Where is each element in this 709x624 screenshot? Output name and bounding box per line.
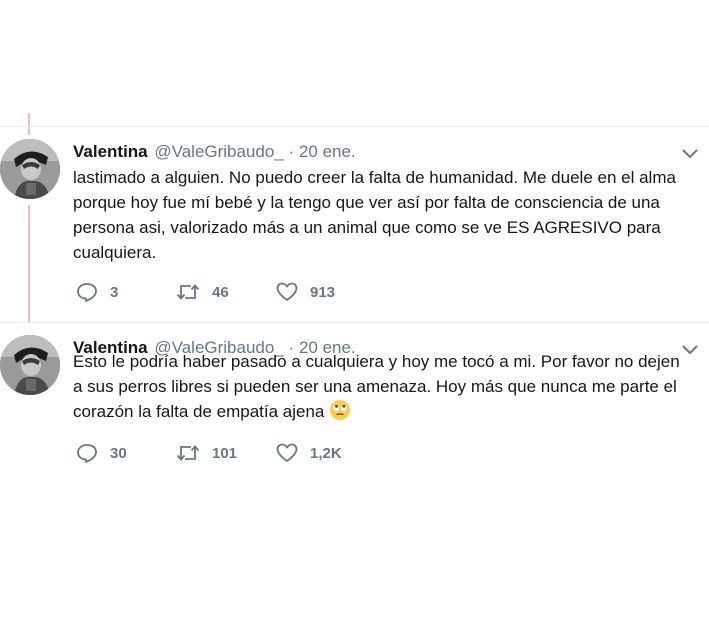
heart-icon	[276, 443, 298, 462]
retweet-count: 46	[212, 283, 229, 301]
reply-button[interactable]: 3	[76, 282, 176, 302]
reply-count: 3	[110, 283, 119, 301]
tweet[interactable]: Valentina @ValeGribaudo_ · 20 ene. Esto …	[0, 322, 709, 483]
avatar[interactable]	[0, 139, 60, 199]
tweet-text: lastimado a alguien. No puedo creer la f…	[73, 168, 676, 262]
tweet[interactable]: Valentina @ValeGribaudo_ · 20 ene. lasti…	[0, 126, 709, 323]
like-count: 1,2K	[310, 444, 342, 462]
reply-count: 30	[110, 444, 127, 462]
separator: ·	[288, 142, 295, 161]
tweet-actions: 30 101 1,2K	[76, 441, 376, 465]
retweet-button[interactable]: 101	[176, 443, 276, 463]
reply-icon	[77, 444, 97, 463]
tweet-text-body: Esto le podría haber pasado a cualquiera…	[73, 352, 680, 421]
tweet-actions: 3 46 913	[76, 280, 376, 304]
tweet-header: Valentina @ValeGribaudo_ · 20 ene.	[73, 141, 356, 163]
tweet-thread: Valentina @ValeGribaudo_ · 20 ene. lasti…	[0, 0, 709, 624]
tweet-text: Esto le podría haber pasado a cualquiera…	[73, 349, 693, 424]
tweet-date[interactable]: 20 ene.	[299, 142, 356, 161]
like-button[interactable]: 913	[276, 282, 376, 302]
like-button[interactable]: 1,2K	[276, 443, 376, 463]
reply-button[interactable]: 30	[76, 443, 176, 463]
reply-icon	[77, 283, 97, 302]
like-count: 913	[310, 283, 336, 301]
user-handle[interactable]: @ValeGribaudo_	[154, 142, 283, 161]
retweet-icon	[176, 445, 200, 461]
avatar[interactable]	[0, 335, 60, 395]
retweet-button[interactable]: 46	[176, 282, 276, 302]
chevron-down-icon[interactable]	[681, 147, 699, 159]
display-name[interactable]: Valentina	[73, 142, 148, 161]
heart-icon	[276, 282, 298, 301]
retweet-count: 101	[212, 444, 238, 462]
retweet-icon	[176, 284, 200, 300]
rolling-eyes-face-icon	[330, 400, 351, 420]
